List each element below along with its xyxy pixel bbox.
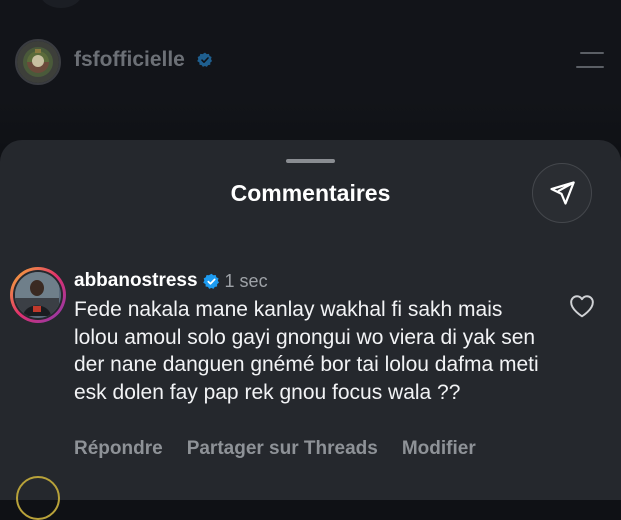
edit-button[interactable]: Modifier [402,438,476,460]
verified-badge-icon [197,52,213,73]
share-button[interactable] [532,163,592,223]
comments-sheet: Commentaires abbanostress 1 sec Fede nak… [0,140,621,520]
post-header: fsfofficielle [0,0,621,150]
federation-logo-icon [17,41,59,83]
menu-icon[interactable] [576,52,604,70]
commenter-avatar[interactable] [10,267,66,323]
post-author-avatar[interactable] [15,39,61,85]
comment-actions: Répondre Partager sur Threads Modifier [74,438,500,460]
next-commenter-avatar[interactable] [16,476,60,520]
drag-handle[interactable] [286,159,335,163]
reply-button[interactable]: Répondre [74,438,163,460]
heart-icon[interactable] [569,294,595,318]
verified-badge-icon [202,273,220,290]
top-partial-avatar [40,0,82,8]
commenter-username[interactable]: abbanostress [74,270,198,292]
comment-timestamp: 1 sec [224,270,268,291]
share-threads-button[interactable]: Partager sur Threads [187,438,378,460]
sheet-title: Commentaires [230,180,391,206]
post-author-username[interactable]: fsfofficielle [74,48,185,72]
avatar-photo [15,272,59,316]
paper-plane-icon [550,181,575,205]
comment-text: Fede nakala mane kanlay wakhal fi sakh m… [74,298,539,404]
